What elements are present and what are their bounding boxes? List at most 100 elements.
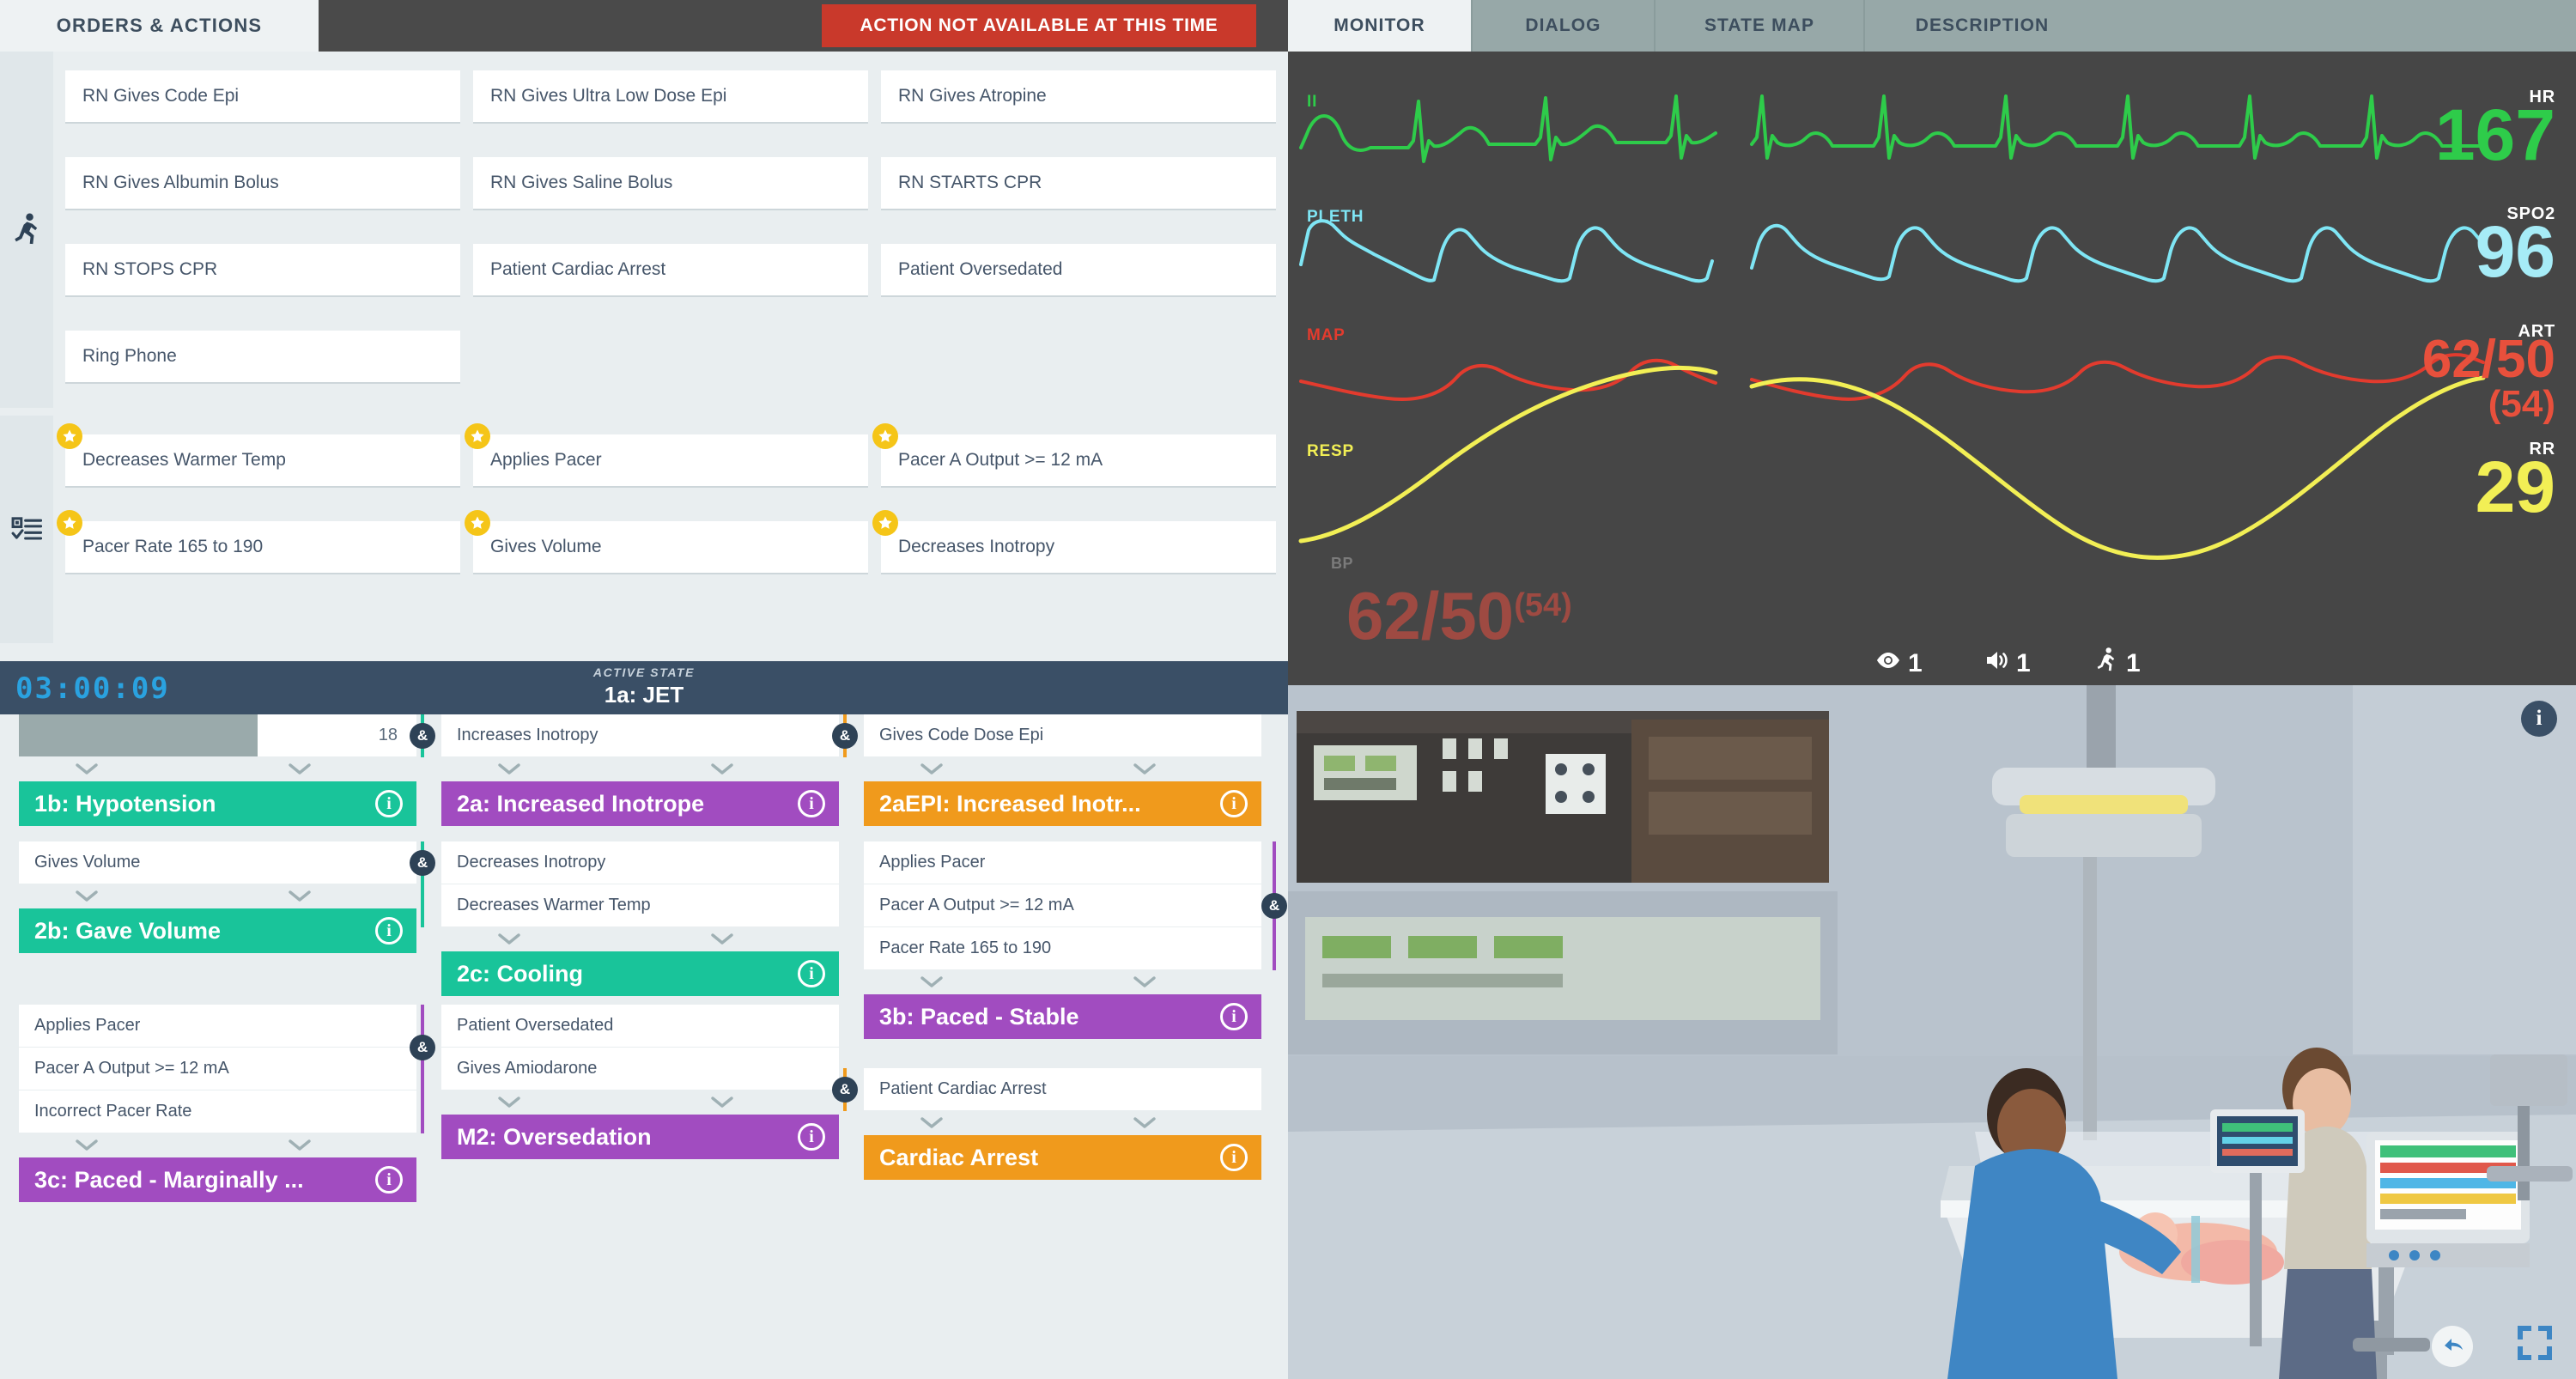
check-card[interactable]: Pacer A Output >= 12 mA <box>872 423 1276 488</box>
trigger-card[interactable]: Decreases Warmer Temp <box>441 884 839 926</box>
trigger-card[interactable]: Pacer A Output >= 12 mA <box>19 1048 416 1090</box>
tab-description[interactable]: DESCRIPTION <box>1863 0 2099 52</box>
trigger-card[interactable]: Decreases Inotropy <box>441 841 839 884</box>
chevron-down-icon <box>1130 972 1159 991</box>
info-icon[interactable]: i <box>1220 790 1248 817</box>
order-card-label: RN Gives Saline Bolus <box>490 173 673 192</box>
order-card[interactable]: Patient Oversedated <box>881 244 1276 297</box>
order-card-label: RN Gives Ultra Low Dose Epi <box>490 86 727 106</box>
trigger-card[interactable]: Gives Code Dose Epi <box>864 714 1261 756</box>
chevron-down-icon <box>917 972 946 991</box>
state-node-2c[interactable]: 2c: Cooling i <box>441 951 839 996</box>
chevron-down-icon <box>495 929 524 948</box>
pleth-trace <box>1299 219 2485 283</box>
active-state-caption: ACTIVE STATE <box>592 665 696 679</box>
star-icon <box>57 423 82 449</box>
info-icon[interactable]: i <box>1220 1003 1248 1030</box>
trigger-card[interactable]: Pacer Rate 165 to 190 <box>864 927 1261 969</box>
state-node-label: 3b: Paced - Stable <box>879 1003 1079 1030</box>
info-icon[interactable]: i <box>375 790 403 817</box>
and-connector-line <box>421 1005 424 1133</box>
order-card[interactable]: RN Gives Albumin Bolus <box>65 157 460 210</box>
tab-monitor[interactable]: MONITOR <box>1288 0 1471 52</box>
trigger-card[interactable]: Patient Cardiac Arrest <box>864 1068 1261 1110</box>
chevron-down-icon <box>917 759 946 778</box>
order-card[interactable]: RN STARTS CPR <box>881 157 1276 210</box>
order-card[interactable]: Patient Cardiac Arrest <box>473 244 868 297</box>
trigger-card[interactable]: Gives Amiodarone <box>441 1048 839 1090</box>
info-icon[interactable]: i <box>1220 1144 1248 1171</box>
state-node-3b[interactable]: 3b: Paced - Stable i <box>864 994 1261 1039</box>
bp-readout: 62/50(54) <box>1346 577 1572 655</box>
state-node-2b[interactable]: 2b: Gave Volume i <box>19 908 416 953</box>
scene-info-button[interactable]: i <box>2521 701 2557 737</box>
counter-value: 1 <box>1908 649 1923 677</box>
info-icon[interactable]: i <box>798 960 825 987</box>
trigger-card-label: Incorrect Pacer Rate <box>34 1102 192 1121</box>
trigger-card[interactable]: Gives Volume <box>19 841 416 884</box>
state-node-3c[interactable]: 3c: Paced - Marginally ... i <box>19 1157 416 1202</box>
check-card[interactable]: Decreases Warmer Temp <box>57 423 460 488</box>
trigger-card[interactable]: Patient Oversedated <box>441 1005 839 1047</box>
check-card[interactable]: Gives Volume <box>465 510 868 574</box>
order-card[interactable]: RN Gives Saline Bolus <box>473 157 868 210</box>
order-card[interactable]: RN Gives Ultra Low Dose Epi <box>473 70 868 124</box>
patient-monitor: II PLETH MAP RESP HR 167 SPO2 96 ART 62/… <box>1288 52 2576 685</box>
counter-value: 1 <box>2016 649 2031 677</box>
state-node-m2[interactable]: M2: Oversedation i <box>441 1115 839 1159</box>
star-icon <box>872 423 898 449</box>
counter-value: 1 <box>2126 649 2141 677</box>
order-card[interactable]: RN Gives Code Epi <box>65 70 460 124</box>
undo-arrow-icon <box>2439 1332 2465 1362</box>
state-node-1b[interactable]: 1b: Hypotension i <box>19 781 416 826</box>
state-node-cardiac-arrest[interactable]: Cardiac Arrest i <box>864 1135 1261 1180</box>
check-card[interactable]: Pacer Rate 165 to 190 <box>57 510 460 574</box>
progress-row[interactable]: 18 <box>19 714 416 756</box>
state-node-label: 1b: Hypotension <box>34 790 216 817</box>
order-card[interactable]: RN STOPS CPR <box>65 244 460 297</box>
trigger-card-label: Gives Volume <box>34 853 141 872</box>
star-icon <box>872 510 898 536</box>
info-icon[interactable]: i <box>798 1123 825 1151</box>
trigger-card[interactable]: Pacer A Output >= 12 mA <box>864 884 1261 926</box>
chevron-down-icon <box>1130 1113 1159 1132</box>
info-icon[interactable]: i <box>375 1166 403 1194</box>
check-card[interactable]: Applies Pacer <box>465 423 868 488</box>
order-card[interactable]: Ring Phone <box>65 331 460 384</box>
star-icon <box>57 510 82 536</box>
check-card[interactable]: Decreases Inotropy <box>872 510 1276 574</box>
tab-orders-actions[interactable]: ORDERS & ACTIONS <box>0 0 319 52</box>
simulation-scene[interactable]: i <box>1288 685 2576 1379</box>
tab-state-map[interactable]: STATE MAP <box>1654 0 1863 52</box>
state-node-2aepi[interactable]: 2aEPI: Increased Inotr... i <box>864 781 1261 826</box>
tab-dialog[interactable]: DIALOG <box>1471 0 1654 52</box>
progress-value: 18 <box>378 726 398 744</box>
trigger-card[interactable]: Incorrect Pacer Rate <box>19 1090 416 1133</box>
trigger-card-label: Applies Pacer <box>879 853 986 872</box>
chevron-down-icon <box>72 1135 101 1154</box>
trigger-card[interactable]: Applies Pacer <box>19 1005 416 1047</box>
rail-checks-section[interactable] <box>0 416 53 643</box>
trigger-card[interactable]: Increases Inotropy <box>441 714 839 756</box>
progress-fill <box>19 714 258 756</box>
checks-grid: Decreases Warmer Temp Applies Pacer Pace… <box>53 416 1288 643</box>
scene-fullscreen-button[interactable] <box>2514 1322 2555 1364</box>
state-node-label: 2c: Cooling <box>457 960 583 987</box>
and-connector-icon: & <box>410 1035 435 1060</box>
scene-undo-button[interactable] <box>2432 1326 2473 1367</box>
rail-actions-section[interactable] <box>0 52 53 408</box>
info-icon[interactable]: i <box>375 917 403 945</box>
check-card-label: Pacer Rate 165 to 190 <box>82 537 264 556</box>
chevron-down-icon <box>708 1092 737 1111</box>
chevron-down-icon <box>495 1092 524 1111</box>
state-node-2a[interactable]: 2a: Increased Inotrope i <box>441 781 839 826</box>
check-card-label: Pacer A Output >= 12 mA <box>898 450 1103 470</box>
trigger-card[interactable]: Applies Pacer <box>864 841 1261 884</box>
info-icon[interactable]: i <box>798 790 825 817</box>
and-connector-icon: & <box>832 1077 858 1103</box>
trigger-card-label: Pacer A Output >= 12 mA <box>34 1059 229 1078</box>
order-card[interactable]: RN Gives Atropine <box>881 70 1276 124</box>
eye-icon <box>1875 647 1901 680</box>
state-node-label: 2a: Increased Inotrope <box>457 790 705 817</box>
trigger-card-label: Increases Inotropy <box>457 726 598 744</box>
